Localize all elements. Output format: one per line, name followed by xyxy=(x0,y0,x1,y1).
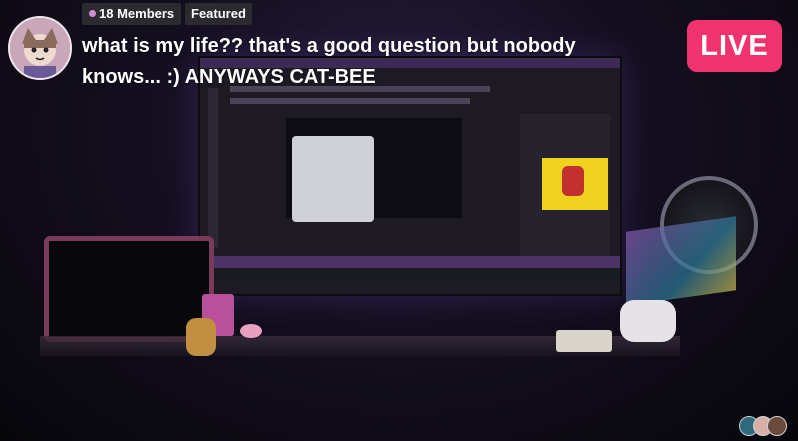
background-toy xyxy=(186,318,216,356)
featured-badge: Featured xyxy=(185,3,252,25)
monitor-sidebar xyxy=(208,88,218,248)
avatar-icon xyxy=(10,18,70,78)
live-badge: LIVE xyxy=(687,20,782,72)
host-avatar[interactable] xyxy=(8,16,72,80)
background-plushie xyxy=(620,300,676,342)
members-count: 18 Members xyxy=(99,6,175,21)
stream-title: what is my life?? that's a good question… xyxy=(82,35,576,88)
background-frame xyxy=(626,216,736,306)
live-stream-view: 18 Members Featured what is my life?? th… xyxy=(0,0,798,441)
member-dot-icon xyxy=(89,10,96,17)
members-badge[interactable]: 18 Members xyxy=(82,3,182,25)
viewer-avatar-icon xyxy=(767,416,787,436)
background-donut xyxy=(240,324,262,338)
background-register xyxy=(556,330,612,352)
viewer-avatars[interactable] xyxy=(739,416,789,436)
monitor-profile-card xyxy=(292,136,374,222)
monitor-text-line xyxy=(230,98,470,104)
monitor-taskbar xyxy=(200,270,620,282)
monitor-chat-image-figure xyxy=(562,166,584,196)
monitor-tabs-bar xyxy=(200,256,620,268)
